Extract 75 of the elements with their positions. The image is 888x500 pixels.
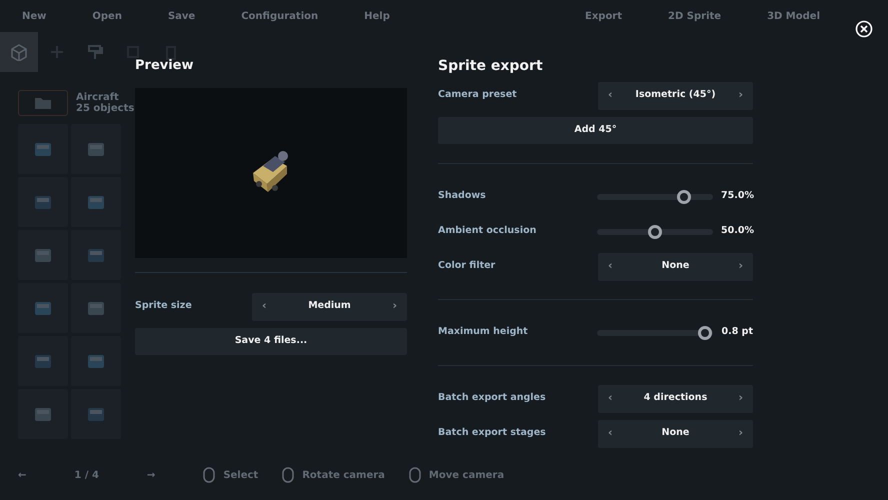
add-angle-button[interactable]: Add 45° [438,117,753,144]
object-tile[interactable] [18,389,68,439]
menu-item[interactable]: New [22,8,46,24]
mouse-icon [408,467,421,483]
slider-reading: 75.0% [721,189,753,204]
slider-reading: 50.0% [721,224,753,238]
menu-item[interactable]: Save [168,8,196,24]
setting-label: Shadows [438,189,486,204]
panel-title: Sprite export [438,57,544,76]
previous-arrow[interactable]: ‹ [608,390,613,407]
selector-value: Isometric (45°) [635,88,716,102]
selector-value: Medium [308,299,351,314]
selector-value: None [662,426,690,440]
folder-button[interactable] [18,90,68,116]
slider-reading: 0.8 pt [721,325,753,340]
mouse-icon [203,467,216,483]
next-arrow[interactable]: › [738,258,743,275]
setting-label: Batch export stages [438,426,546,440]
object-count: 25 objects [76,103,134,114]
option-selector[interactable]: ‹ None › [598,420,753,448]
object-tile[interactable] [18,336,68,386]
menu-item[interactable]: Help [364,8,390,24]
object-tile[interactable] [71,177,121,227]
setting-label: Camera preset [438,88,517,102]
object-tile[interactable] [71,389,121,439]
folder-icon [35,97,51,109]
previous-arrow[interactable]: ‹ [262,298,267,315]
object-tile[interactable] [18,124,68,174]
setting-label: Ambient occlusion [438,224,536,238]
plus-icon[interactable] [48,43,66,61]
control-hint: Select [223,468,258,482]
next-arrow[interactable]: › [738,425,743,442]
object-tile[interactable] [18,230,68,280]
menu-item[interactable]: Configuration [241,8,318,24]
option-selector[interactable]: ‹ None › [598,252,753,280]
setting-label: Maximum height [438,325,528,340]
category-title: Aircraft [76,92,120,103]
mode-tab[interactable]: Export [585,8,622,24]
next-arrow[interactable]: › [738,87,743,104]
slider-thumb[interactable] [677,190,691,204]
object-tile[interactable] [71,230,121,280]
object-tile[interactable] [71,336,121,386]
panel-title: Preview [135,57,195,75]
control-hint: Rotate camera [302,468,385,482]
slider-thumb[interactable] [698,326,712,340]
previous-arrow[interactable]: ‹ [608,425,613,442]
setting-label: Batch export angles [438,391,546,406]
page-indicator: 1 / 4 [73,468,100,482]
mode-tab[interactable]: 2D Sprite [668,8,722,24]
object-tile[interactable] [18,283,68,333]
option-selector[interactable]: ‹ Isometric (45°) › [598,82,753,110]
previous-arrow[interactable]: ‹ [608,87,613,104]
menu-item[interactable]: Open [92,8,122,24]
mode-tab[interactable]: 3D Model [767,8,820,24]
next-arrow[interactable]: › [738,390,743,407]
slider-thumb[interactable] [648,224,662,238]
selector-value: None [662,259,690,274]
object-tile[interactable] [71,124,121,174]
cube-icon[interactable] [10,43,28,61]
paint-roller-icon[interactable] [86,43,104,61]
mouse-icon [282,467,294,483]
previous-arrow[interactable]: ‹ [608,258,613,275]
save-button[interactable]: Save 4 files... [135,328,407,355]
setting-label: Color filter [438,259,496,274]
option-selector[interactable]: ‹ Medium › [252,292,407,320]
selector-value: 4 directions [644,391,708,406]
object-tile[interactable] [71,283,121,333]
next-page-button[interactable]: → [146,468,156,482]
close-icon[interactable] [855,20,873,38]
previous-page-button[interactable]: ← [18,468,26,482]
setting-label: Sprite size [135,299,192,314]
control-hint: Move camera [428,468,504,482]
next-arrow[interactable]: › [392,298,397,315]
option-selector[interactable]: ‹ 4 directions › [598,384,753,412]
object-tile[interactable] [18,177,68,227]
